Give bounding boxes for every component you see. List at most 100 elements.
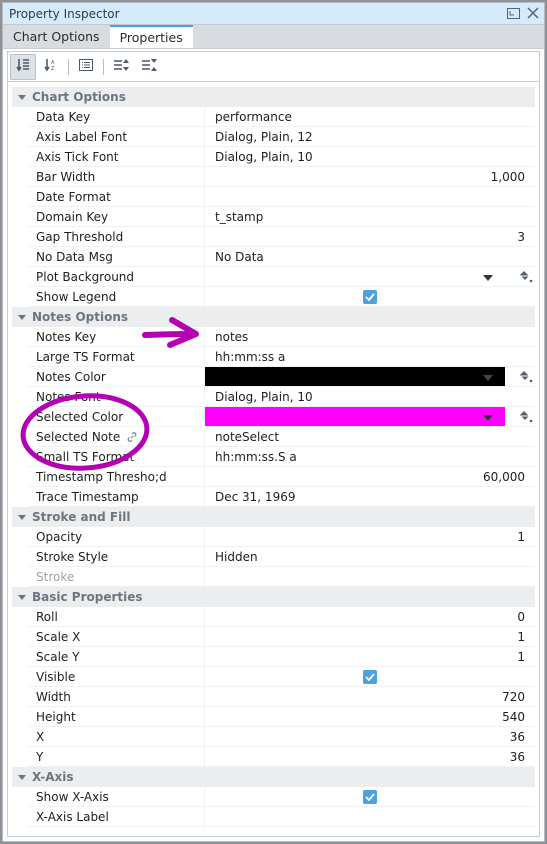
property-row[interactable]: Date Format: [28, 187, 535, 207]
property-value[interactable]: 1: [205, 527, 535, 546]
selected-color-swatch[interactable]: [205, 407, 505, 426]
link-icon[interactable]: [126, 431, 138, 443]
property-row[interactable]: Axis Label Font Dialog, Plain, 12: [28, 127, 535, 147]
property-row[interactable]: Selected Color: [28, 407, 535, 427]
category-basic-properties[interactable]: Basic Properties: [12, 587, 535, 607]
property-value[interactable]: 1: [205, 627, 535, 646]
property-row[interactable]: Roll 0: [28, 607, 535, 627]
property-value[interactable]: [205, 187, 535, 206]
property-value[interactable]: Dialog, Plain, 10: [205, 387, 535, 406]
property-row[interactable]: Opacity 1: [28, 527, 535, 547]
property-row[interactable]: Gap Threshold 3: [28, 227, 535, 247]
notes-color-swatch[interactable]: [205, 367, 505, 386]
property-value[interactable]: 36: [205, 747, 535, 766]
window-title: Property Inspector: [9, 6, 120, 21]
property-row[interactable]: Y 36: [28, 747, 535, 767]
property-row[interactable]: Width 720: [28, 687, 535, 707]
collapse-triangle-icon: [18, 94, 26, 100]
property-name: Opacity: [28, 527, 205, 546]
property-row[interactable]: Scale X1: [28, 627, 535, 647]
tab-properties[interactable]: Properties: [109, 24, 193, 48]
sort-alphabetical-button[interactable]: AZ: [38, 54, 64, 80]
property-name: Gap Threshold: [28, 227, 205, 246]
property-value[interactable]: 36: [205, 727, 535, 746]
property-row[interactable]: Plot Background: [28, 267, 535, 287]
property-name: Domain Key: [28, 207, 205, 226]
property-row[interactable]: Notes Key notes: [28, 327, 535, 347]
properties-panel: AZ Chart Options Data Key performance Ax…: [7, 51, 540, 837]
property-row[interactable]: Domain Key t_stamp: [28, 207, 535, 227]
property-value[interactable]: hh:mm:ss a: [205, 347, 535, 366]
sort-alphabetical-icon: AZ: [44, 58, 58, 75]
dropdown-arrow-icon[interactable]: [483, 375, 493, 381]
property-row: Stroke: [28, 567, 535, 587]
selected-color-editor[interactable]: [205, 407, 535, 426]
property-value[interactable]: noteSelect: [205, 427, 535, 446]
property-row[interactable]: Scale Y1: [28, 647, 535, 667]
description-button[interactable]: [73, 54, 99, 80]
property-value[interactable]: 720: [205, 687, 535, 706]
plot-background-color-editor[interactable]: [205, 267, 535, 286]
property-row[interactable]: Selected Note noteSelect: [28, 427, 535, 447]
show-x-axis-checkbox[interactable]: [363, 789, 377, 804]
paint-bucket-icon[interactable]: [517, 369, 533, 385]
property-value[interactable]: hh:mm:ss.S a: [205, 447, 535, 466]
property-row[interactable]: Show X-Axis: [28, 787, 535, 807]
property-row[interactable]: X-Axis Label: [28, 807, 535, 827]
property-value[interactable]: 60,000: [205, 467, 535, 486]
property-value[interactable]: No Data: [205, 247, 535, 266]
category-x-axis[interactable]: X-Axis: [12, 767, 535, 787]
property-name: Show X-Axis: [28, 787, 205, 806]
property-row[interactable]: Large TS Format hh:mm:ss a: [28, 347, 535, 367]
property-value[interactable]: Hidden: [205, 547, 535, 566]
sort-categorized-button[interactable]: [10, 53, 36, 80]
property-value[interactable]: notes: [205, 327, 535, 346]
dropdown-arrow-icon[interactable]: [483, 415, 493, 421]
notes-color-editor[interactable]: [205, 367, 535, 386]
property-name: Notes Key: [28, 327, 205, 346]
category-notes-options[interactable]: Notes Options: [12, 307, 535, 327]
property-row[interactable]: Trace Timestamp Dec 31, 1969: [28, 487, 535, 507]
property-name: Date Format: [28, 187, 205, 206]
property-value[interactable]: 1: [205, 647, 535, 666]
property-value[interactable]: performance: [205, 107, 535, 126]
expand-all-button[interactable]: [108, 54, 134, 80]
paint-bucket-icon[interactable]: [517, 409, 533, 425]
category-stroke-and-fill[interactable]: Stroke and Fill: [12, 507, 535, 527]
property-row[interactable]: Show Legend: [28, 287, 535, 307]
close-icon[interactable]: [526, 6, 540, 20]
category-title: Basic Properties: [32, 590, 143, 604]
paint-bucket-icon[interactable]: [517, 269, 533, 285]
property-row[interactable]: Data Key performance: [28, 107, 535, 127]
property-row[interactable]: No Data Msg No Data: [28, 247, 535, 267]
property-value[interactable]: 1,000: [205, 167, 535, 186]
property-value[interactable]: t_stamp: [205, 207, 535, 226]
show-legend-checkbox[interactable]: [363, 289, 377, 304]
property-row[interactable]: Visible: [28, 667, 535, 687]
property-value[interactable]: [205, 807, 535, 826]
dropdown-arrow-icon[interactable]: [483, 275, 493, 281]
property-value[interactable]: Dec 31, 1969: [205, 487, 535, 506]
property-row[interactable]: Axis Tick Font Dialog, Plain, 10: [28, 147, 535, 167]
category-title: Stroke and Fill: [32, 510, 131, 524]
property-row[interactable]: Notes Color: [28, 367, 535, 387]
property-row[interactable]: Height 540: [28, 707, 535, 727]
tab-chart-options[interactable]: Chart Options: [3, 24, 110, 48]
property-row[interactable]: Timestamp Thresho;d 60,000: [28, 467, 535, 487]
property-row[interactable]: Bar Width 1,000: [28, 167, 535, 187]
collapse-all-icon: [141, 58, 157, 75]
property-value[interactable]: 3: [205, 227, 535, 246]
property-name-text: Selected Note: [36, 429, 121, 444]
property-row[interactable]: Small TS Format hh:mm:ss.S a: [28, 447, 535, 467]
property-row[interactable]: Notes Font Dialog, Plain, 10: [28, 387, 535, 407]
property-row[interactable]: Stroke Style Hidden: [28, 547, 535, 567]
category-chart-options[interactable]: Chart Options: [12, 87, 535, 107]
restore-icon[interactable]: [506, 6, 520, 20]
property-value[interactable]: 0: [205, 607, 535, 626]
visible-checkbox[interactable]: [363, 669, 377, 684]
property-value[interactable]: Dialog, Plain, 12: [205, 127, 535, 146]
property-row[interactable]: X 36: [28, 727, 535, 747]
collapse-all-button[interactable]: [136, 54, 162, 80]
property-value[interactable]: Dialog, Plain, 10: [205, 147, 535, 166]
property-value[interactable]: 540: [205, 707, 535, 726]
